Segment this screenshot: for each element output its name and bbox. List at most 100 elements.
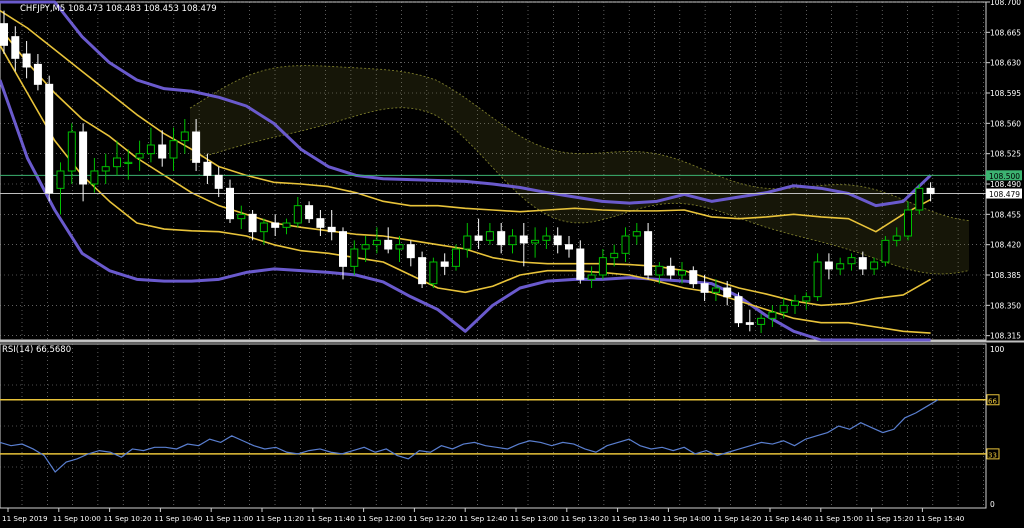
candle-body [892,235,901,241]
candle-body [858,257,867,270]
candle-body [565,244,573,250]
candle-body [824,261,833,270]
candle-body [146,144,155,155]
candle-body [203,161,212,176]
x-tick-label: 11 Sep 10:20 [104,514,152,523]
y-tick-label: 108.700 [990,0,1021,7]
candle-body [316,218,325,228]
candle-body [33,63,42,85]
candle-body [689,270,698,285]
candle-body [56,170,65,189]
candle-body [519,235,528,244]
candle-body [757,317,766,325]
x-tick-label: 11 Sep 15:40 [916,514,964,523]
candle-body [67,131,76,172]
x-tick-label: 11 Sep 14:20 [713,514,761,523]
candle-body [915,187,924,211]
candle-body [22,53,31,68]
candle-body [576,248,585,280]
candle-body [508,235,517,246]
y-tick-label: 108.455 [990,210,1021,219]
candle-body [587,274,596,280]
y-tick-label: 108.595 [990,89,1021,98]
y-tick-label: 108.525 [990,150,1021,159]
candle-body [101,166,110,172]
candle-body [598,257,607,276]
x-tick-label: 11 Sep 15:00 [815,514,863,523]
chart-title: CHFJPY,M5 108.473 108.483 108.453 108.47… [20,4,217,14]
candle-body [248,213,257,233]
trading-chart[interactable]: 108.500108.479 6633 108.700108.665108.63… [0,0,1024,528]
candle-body [474,235,483,241]
candle-body [361,244,370,250]
candle-body [293,205,302,224]
x-tick-label: 11 Sep 11:40 [307,514,355,523]
candle-body [180,131,189,142]
candle-body [440,261,449,267]
candle-body [813,261,822,298]
candle-body [237,213,246,220]
x-tick-label: 11 Sep 15:20 [866,514,914,523]
candle-body [79,131,88,185]
candle-body [124,161,133,165]
candle-body [497,231,506,246]
y-tick-label: 108.350 [990,301,1021,310]
candle-body [644,231,653,276]
candle-body [881,239,890,263]
candle-body [621,235,630,254]
candle-body [700,283,709,293]
candle-body [406,244,415,259]
candle-body [678,270,686,276]
candle-body [11,36,20,59]
x-tick-label: 11 Sep 11:20 [256,514,304,523]
x-tick-label: 11 Sep 12:40 [459,514,507,523]
candle-body [723,287,732,298]
candle-body [339,231,347,267]
candle-body [610,252,619,259]
candle-body [384,239,393,250]
x-tick-label: 11 Sep 13:20 [561,514,609,523]
x-tick-label: 11 Sep 14:40 [764,514,812,523]
candle-body [271,222,280,228]
candle-body [542,235,551,241]
candle-body [632,231,641,237]
x-tick-label: 11 Sep 2019 [2,514,48,523]
rsi-title: RSI(14) 66.5680 [2,345,71,355]
x-tick-label: 11 Sep 10:40 [154,514,202,523]
candle-body [711,287,720,293]
candle-body [305,205,314,220]
candle-body [904,209,912,237]
candle-body [214,174,223,189]
y-tick-label: 108.315 [990,332,1021,341]
y-tick-label: 108.630 [990,59,1021,68]
candle-body [463,235,472,250]
candle-body [452,248,460,267]
candle-body [485,231,494,241]
x-tick-label: 11 Sep 10:00 [53,514,101,523]
candle-body [553,235,562,246]
candle-body [745,322,754,325]
x-tick-label: 11 Sep 13:40 [612,514,660,523]
y-tick-label: 108.560 [990,119,1021,128]
candle-body [847,257,856,265]
candle-body [791,300,799,306]
y-tick-label: 108.490 [990,180,1021,189]
x-tick-label: 11 Sep 11:00 [205,514,253,523]
candle-body [0,23,8,46]
candle-body [870,261,879,270]
candle-body [327,226,336,233]
x-tick-label: 11 Sep 14:00 [662,514,710,523]
rsi-level-tag-label: 66 [988,397,997,405]
candle-body [282,222,291,228]
candle-body [135,153,144,159]
x-tick-label: 11 Sep 12:20 [408,514,456,523]
x-tick-label: 11 Sep 12:00 [358,514,406,523]
rsi-tick-label: 100 [990,345,1005,354]
candle-body [45,83,54,194]
candle-body [158,144,167,159]
y-tick-label: 108.420 [990,241,1021,250]
y-tick-label: 108.665 [990,28,1021,37]
candle-body [734,296,743,324]
candle-body [666,265,675,276]
candle-body [655,265,664,276]
